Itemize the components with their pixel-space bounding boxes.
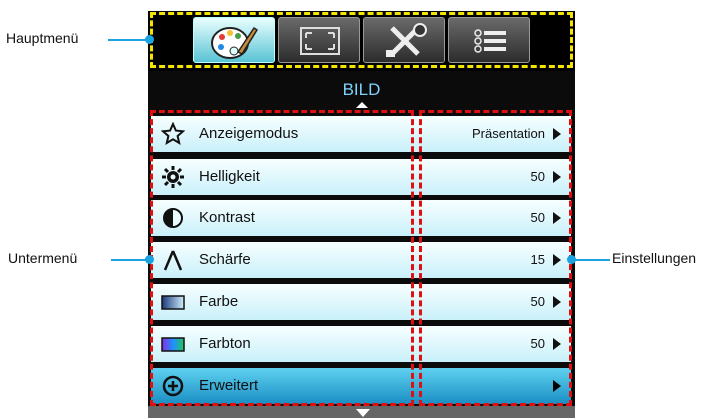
callout-dot	[145, 255, 154, 264]
menu-item-label: Farbe	[199, 293, 239, 310]
tab-setup[interactable]	[363, 17, 445, 63]
tint-gradient-icon	[161, 337, 185, 352]
menu-item-label: Erweitert	[199, 377, 259, 394]
menu-item-label: Farbton	[199, 335, 251, 352]
color-gradient-icon	[161, 295, 185, 310]
menu-item-anzeigemodus[interactable]: Anzeigemodus Präsentation	[151, 116, 571, 152]
callout-line	[572, 259, 610, 261]
menu-item-farbe[interactable]: Farbe 50	[151, 284, 571, 320]
list-icon	[474, 29, 506, 53]
menu-item-schaerfe[interactable]: Schärfe 15	[151, 242, 571, 278]
menu-item-value: 50	[530, 210, 545, 225]
arrow-right-icon[interactable]	[553, 128, 561, 140]
menu-item-value: 50	[530, 294, 545, 309]
callout-submenu: Untermenü	[8, 250, 78, 266]
scroll-down-icon[interactable]	[356, 409, 370, 417]
menu-item-erweitert[interactable]: Erweitert	[151, 368, 571, 404]
arrow-right-icon[interactable]	[553, 171, 561, 183]
arrow-right-icon[interactable]	[553, 296, 561, 308]
menu-item-kontrast[interactable]: Kontrast 50	[151, 200, 571, 236]
contrast-icon	[163, 208, 183, 228]
tab-options[interactable]	[448, 17, 530, 63]
palette-icon	[211, 26, 259, 59]
menu-item-label: Anzeigemodus	[199, 125, 299, 142]
gear-brightness-icon	[162, 166, 184, 188]
menu-item-value: 15	[530, 252, 545, 267]
main-menu-bar	[148, 11, 575, 71]
arrow-right-icon[interactable]	[553, 338, 561, 350]
tools-icon	[386, 23, 427, 57]
callout-line	[108, 39, 148, 41]
menu-item-value: 50	[530, 336, 545, 351]
menu-item-helligkeit[interactable]: Helligkeit 50	[151, 159, 571, 195]
tab-picture[interactable]	[193, 17, 275, 63]
plus-circle-icon	[162, 375, 184, 397]
callout-settings: Einstellungen	[612, 250, 697, 266]
screen-corners-icon	[300, 27, 340, 55]
menu-item-label: Kontrast	[199, 209, 255, 226]
star-icon	[161, 122, 185, 146]
menu-item-farbton[interactable]: Farbton 50	[151, 326, 571, 362]
menu-item-value: Präsentation	[472, 126, 545, 141]
callout-dot	[145, 35, 154, 44]
arrow-right-icon[interactable]	[553, 212, 561, 224]
callout-main-menu: Hauptmenü	[6, 30, 79, 46]
menu-item-label: Helligkeit	[199, 168, 260, 185]
arrow-right-icon[interactable]	[553, 380, 561, 392]
sharpness-icon	[163, 250, 183, 271]
tab-display[interactable]	[278, 17, 360, 63]
menu-item-label: Schärfe	[199, 251, 251, 268]
callout-line	[111, 259, 149, 261]
arrow-right-icon[interactable]	[553, 254, 561, 266]
callout-dot	[567, 255, 576, 264]
menu-item-value: 50	[530, 169, 545, 184]
